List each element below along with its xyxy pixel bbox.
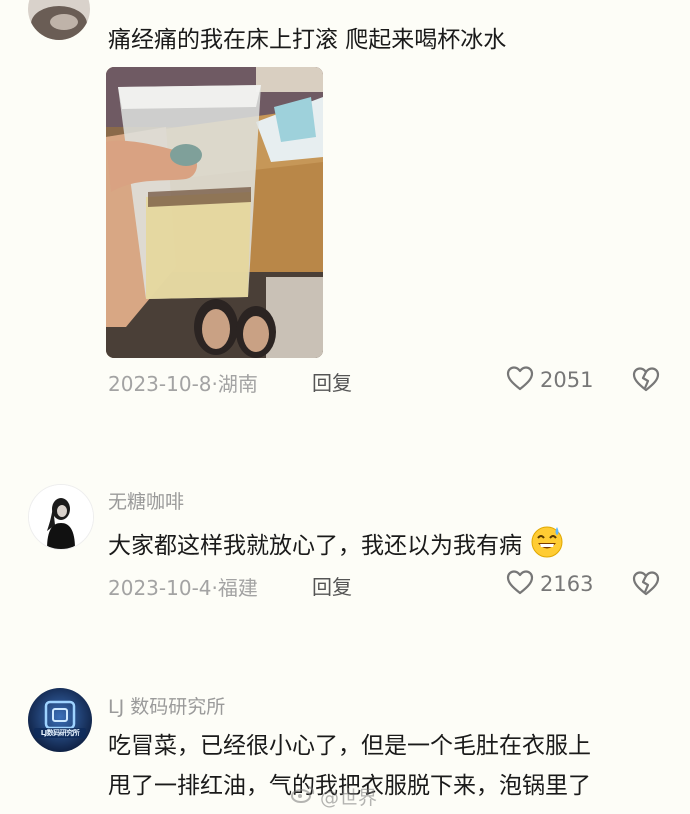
- comment-date: 2023-10-8: [108, 372, 212, 396]
- grinning-sweat-emoji-icon: [529, 524, 565, 569]
- comment-location: 湖南: [217, 372, 258, 396]
- broken-heart-icon: [632, 367, 660, 396]
- username[interactable]: LJ 数码研究所: [108, 692, 225, 719]
- comment-location: 福建: [217, 576, 258, 600]
- comment-text-body: 大家都这样我就放心了，我还以为我有病: [108, 533, 522, 559]
- avatar-logo-text: LJ数码研究所: [40, 729, 80, 737]
- avatar[interactable]: [28, 0, 90, 40]
- heart-icon: [506, 569, 534, 599]
- avatar[interactable]: [28, 484, 94, 550]
- like-button[interactable]: 2163: [506, 569, 593, 599]
- broken-heart-icon: [632, 571, 660, 600]
- dislike-button[interactable]: [632, 570, 660, 600]
- avatar[interactable]: LJ数码研究所: [28, 688, 92, 752]
- comment-text: 痛经痛的我在床上打滚 爬起来喝杯冰水: [108, 27, 507, 53]
- watermark: @世界: [290, 783, 377, 810]
- username[interactable]: 无糖咖啡: [108, 487, 184, 514]
- comment-text: 大家都这样我就放心了，我还以为我有病: [108, 524, 565, 569]
- comment-meta: 2023-10-4·福建: [108, 572, 258, 601]
- comment-meta: 2023-10-8·湖南: [108, 368, 258, 397]
- weibo-logo-icon: [290, 784, 316, 809]
- comment-text-line-1: 吃冒菜，已经很小心了，但是一个毛肚在衣服上: [108, 733, 591, 759]
- like-button[interactable]: 2051: [506, 365, 593, 395]
- like-count: 2163: [540, 572, 594, 596]
- like-count: 2051: [540, 368, 594, 392]
- comment-photo[interactable]: [106, 67, 323, 358]
- dislike-button[interactable]: [632, 366, 660, 396]
- reply-button[interactable]: 回复: [312, 571, 352, 600]
- reply-button[interactable]: 回复: [312, 367, 352, 396]
- watermark-text: @世界: [320, 787, 378, 809]
- heart-icon: [506, 365, 534, 395]
- comment-date: 2023-10-4: [108, 576, 212, 600]
